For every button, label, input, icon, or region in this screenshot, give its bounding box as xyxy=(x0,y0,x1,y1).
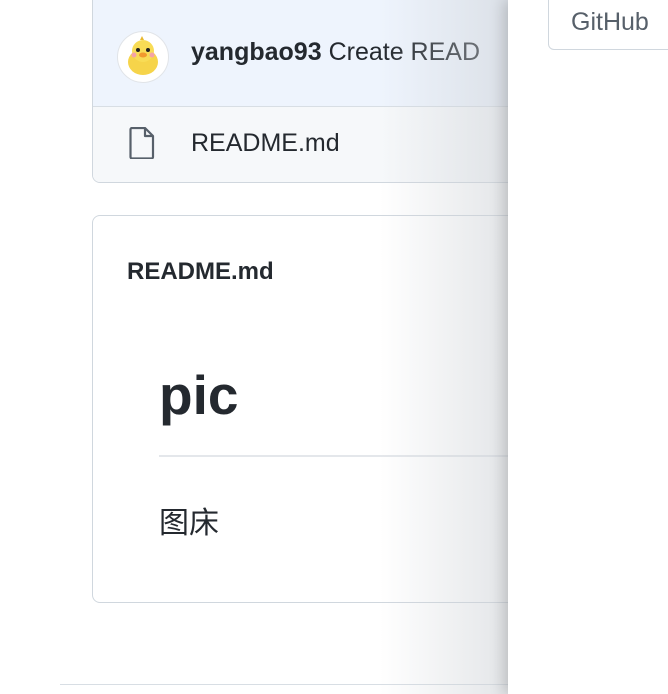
github-button-label: GitHub xyxy=(571,8,649,36)
duck-avatar-icon xyxy=(128,36,158,75)
commit-summary: yangbao93 Create READ xyxy=(191,38,480,67)
page: yangbao93 Create READ README.md README.m… xyxy=(0,0,668,694)
readme-heading: pic xyxy=(159,364,239,426)
commit-message-link[interactable]: Create READ xyxy=(329,38,480,66)
readme-paragraph: 图床 xyxy=(159,507,219,540)
file-name-link[interactable]: README.md xyxy=(191,129,340,158)
overlay-panel: GitHub xyxy=(508,0,668,694)
commit-author-link[interactable]: yangbao93 xyxy=(191,38,322,66)
github-button[interactable]: GitHub xyxy=(548,0,668,50)
readme-header[interactable]: README.md xyxy=(127,258,274,286)
avatar[interactable] xyxy=(117,31,169,83)
file-icon xyxy=(129,127,155,159)
